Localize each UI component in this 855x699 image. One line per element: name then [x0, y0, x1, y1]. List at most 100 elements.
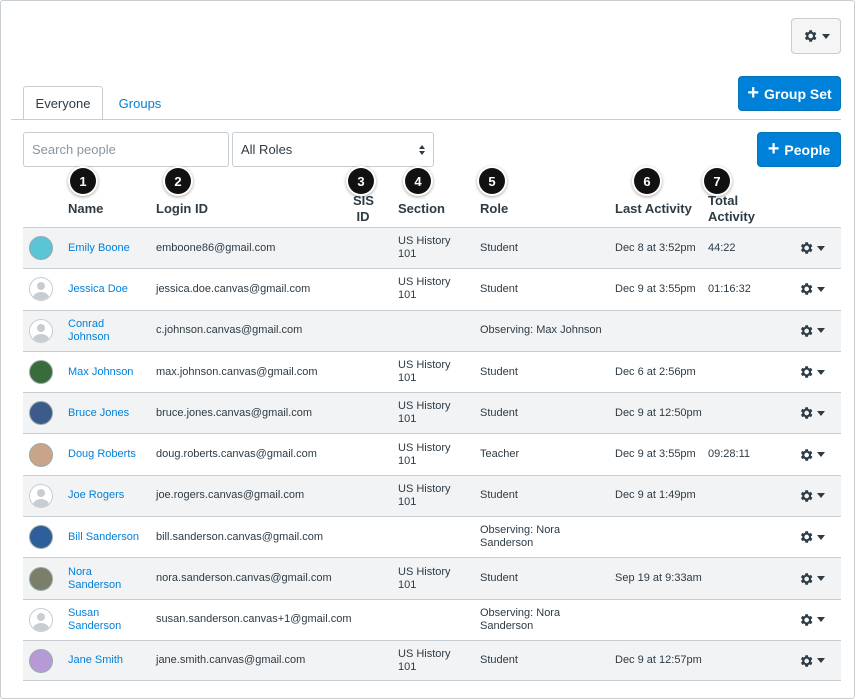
gear-icon — [798, 281, 814, 297]
row-settings-button[interactable] — [798, 311, 828, 351]
gear-icon — [798, 612, 814, 628]
group-set-label: Group Set — [764, 85, 832, 102]
column-header-role[interactable]: Role — [480, 201, 508, 217]
tab-groups[interactable]: Groups — [109, 86, 171, 120]
select-arrows-icon — [419, 144, 425, 155]
caret-down-icon — [817, 658, 825, 664]
table-row: Conrad Johnson c.johnson.canvas@gmail.com… — [23, 309, 841, 351]
caret-down-icon — [817, 286, 825, 292]
role: Student — [480, 406, 518, 419]
user-name-link[interactable]: Emily Boone — [68, 228, 148, 268]
avatar[interactable] — [29, 566, 53, 591]
total-activity — [708, 352, 768, 392]
section: US History 101 — [398, 441, 451, 467]
table-row: Joe Rogers joe.rogers.canvas@gmail.com US … — [23, 474, 841, 517]
search-people-input[interactable] — [23, 132, 229, 167]
row-settings-button[interactable] — [798, 352, 828, 392]
table-row: Doug Roberts doug.roberts.canvas@gmail.co… — [23, 433, 841, 474]
gear-icon — [802, 28, 818, 44]
total-activity — [708, 517, 768, 557]
avatar[interactable] — [29, 360, 53, 385]
gear-icon — [798, 405, 814, 421]
callout-1: 1 — [70, 168, 96, 194]
login-id: nora.sanderson.canvas@gmail.com — [156, 572, 332, 585]
avatar[interactable] — [29, 318, 53, 343]
user-name-link[interactable]: Jessica Doe — [68, 269, 148, 309]
login-id: susan.sanderson.canvas+1@gmail.com — [156, 613, 352, 626]
avatar-cell — [29, 558, 55, 598]
total-activity: 01:16:32 — [708, 282, 751, 295]
avatar-cell — [29, 228, 55, 268]
user-name-link[interactable]: Jane Smith — [68, 641, 148, 680]
role: Teacher — [480, 448, 520, 461]
caret-down-icon — [817, 452, 825, 458]
total-activity: 09:28:11 — [708, 448, 751, 461]
row-settings-button[interactable] — [798, 600, 828, 640]
avatar[interactable] — [29, 607, 53, 632]
callout-3: 3 — [348, 168, 374, 194]
login-id: max.johnson.canvas@gmail.com — [156, 365, 318, 378]
row-settings-button[interactable] — [798, 558, 828, 598]
user-name-link[interactable]: Susan Sanderson — [68, 600, 148, 640]
last-activity: Dec 6 at 2:56pm — [615, 365, 696, 378]
caret-down-icon — [817, 534, 825, 540]
row-settings-button[interactable] — [798, 517, 828, 557]
avatar[interactable] — [29, 401, 53, 426]
column-header-sis-id[interactable]: SIS ID — [353, 193, 374, 225]
last-activity: Dec 9 at 3:55pm — [615, 448, 696, 461]
column-header-name[interactable]: Name — [68, 201, 103, 217]
avatar[interactable] — [29, 483, 53, 508]
section: US History 101 — [398, 647, 451, 673]
section: US History 101 — [398, 400, 451, 426]
last-activity: Dec 9 at 12:50pm — [615, 406, 702, 419]
add-people-button[interactable]: + People — [757, 132, 841, 167]
section — [398, 517, 468, 557]
avatar[interactable] — [29, 648, 53, 673]
row-settings-button[interactable] — [798, 228, 828, 268]
avatar[interactable] — [29, 525, 53, 550]
section: US History 101 — [398, 276, 451, 302]
user-name-link[interactable]: Joe Rogers — [68, 476, 148, 516]
table-row: Jessica Doe jessica.doe.canvas@gmail.com U… — [23, 268, 841, 309]
gear-icon — [798, 240, 814, 256]
plus-icon: + — [767, 137, 780, 160]
callout-5: 5 — [479, 168, 505, 194]
column-header-total-activity[interactable]: Total Activity — [708, 193, 755, 225]
avatar[interactable] — [29, 236, 53, 261]
role: Student — [480, 572, 518, 585]
avatar-cell — [29, 269, 55, 309]
row-settings-button[interactable] — [798, 434, 828, 474]
avatar-cell — [29, 641, 55, 680]
people-page: + Group Set Everyone Groups All Roles + … — [0, 0, 855, 699]
section: US History 101 — [398, 359, 451, 385]
user-name-link[interactable]: Nora Sanderson — [68, 558, 148, 598]
tab-everyone[interactable]: Everyone — [23, 86, 103, 120]
row-settings-button[interactable] — [798, 269, 828, 309]
user-name-link[interactable]: Bill Sanderson — [68, 517, 148, 557]
table-row: Bruce Jones bruce.jones.canvas@gmail.com U… — [23, 392, 841, 434]
last-activity: Dec 9 at 1:49pm — [615, 489, 696, 502]
row-settings-button[interactable] — [798, 393, 828, 433]
row-settings-button[interactable] — [798, 476, 828, 516]
add-group-set-button[interactable]: + Group Set — [738, 76, 841, 111]
column-header-last-activity[interactable]: Last Activity — [615, 201, 692, 217]
avatar[interactable] — [29, 442, 53, 467]
role-filter-select[interactable]: All Roles — [232, 132, 434, 167]
total-activity: 44:22 — [708, 241, 736, 254]
row-settings-button[interactable] — [798, 641, 828, 680]
sis-id-line-1: SIS — [353, 193, 374, 208]
login-id: bruce.jones.canvas@gmail.com — [156, 406, 313, 419]
login-id: doug.roberts.canvas@gmail.com — [156, 448, 317, 461]
gear-icon — [798, 323, 814, 339]
user-name-link[interactable]: Conrad Johnson — [68, 311, 148, 351]
settings-menu-button[interactable] — [791, 18, 841, 54]
last-activity — [615, 517, 705, 557]
avatar[interactable] — [29, 277, 53, 302]
column-header-section[interactable]: Section — [398, 201, 445, 217]
role: Student — [480, 365, 518, 378]
user-name-link[interactable]: Doug Roberts — [68, 434, 148, 474]
column-header-login-id[interactable]: Login ID — [156, 201, 208, 217]
user-name-link[interactable]: Max Johnson — [68, 352, 148, 392]
total-activity — [708, 600, 768, 640]
user-name-link[interactable]: Bruce Jones — [68, 393, 148, 433]
